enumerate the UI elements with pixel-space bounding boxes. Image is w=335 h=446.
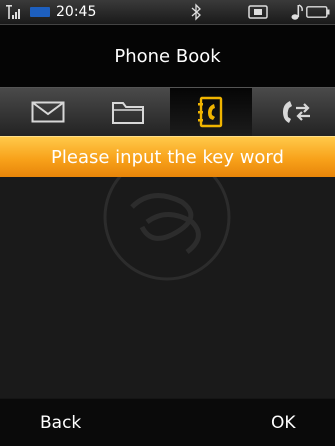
back-button[interactable]: Back <box>40 413 81 433</box>
battery-icon <box>306 6 330 18</box>
signal-icon <box>6 5 20 19</box>
status-bar: 20:45 <box>0 0 335 25</box>
ok-button[interactable]: OK <box>271 413 296 433</box>
softkey-bar: Back OK <box>0 399 335 446</box>
search-placeholder: Please input the key word <box>51 146 284 168</box>
tab-files[interactable] <box>93 88 163 136</box>
tab-messages[interactable] <box>13 88 83 136</box>
contact-list-area[interactable] <box>0 177 335 398</box>
envelope-icon <box>31 101 65 123</box>
title-bar: Phone Book <box>0 25 335 87</box>
sim-icon <box>248 5 268 19</box>
phonebook-icon <box>198 96 223 128</box>
music-icon <box>291 4 303 20</box>
network-icon <box>30 7 50 17</box>
phone-screen: 20:45 Phone Book Please input the key wo… <box>0 0 335 446</box>
logo-watermark-icon <box>103 177 231 281</box>
search-input[interactable]: Please input the key word <box>0 136 335 177</box>
tab-calls[interactable] <box>262 88 332 136</box>
call-transfer-icon <box>283 101 310 123</box>
status-time: 20:45 <box>56 4 97 20</box>
tab-phonebook[interactable] <box>170 88 252 136</box>
tab-bar <box>0 87 335 136</box>
page-title: Phone Book <box>114 45 221 67</box>
bluetooth-icon <box>191 3 201 21</box>
folder-icon <box>112 102 144 124</box>
